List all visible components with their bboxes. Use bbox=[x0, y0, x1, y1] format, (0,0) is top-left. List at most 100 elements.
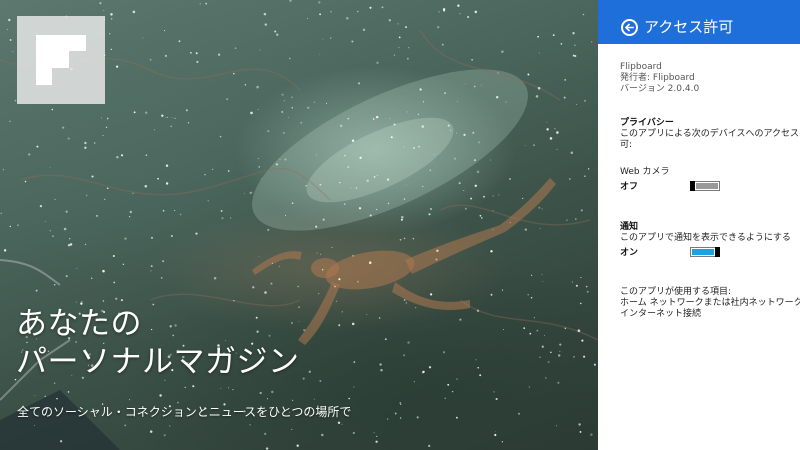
star bbox=[527, 294, 529, 296]
webcam-toggle[interactable] bbox=[690, 181, 720, 191]
star bbox=[307, 106, 310, 109]
star bbox=[417, 113, 420, 116]
star bbox=[419, 88, 422, 91]
star bbox=[405, 302, 407, 304]
webcam-toggle-thumb[interactable] bbox=[690, 181, 695, 191]
notifications-state-label: オン bbox=[620, 248, 639, 258]
star bbox=[39, 204, 43, 208]
star bbox=[536, 329, 539, 332]
back-button[interactable] bbox=[621, 19, 638, 36]
star bbox=[359, 156, 362, 159]
star bbox=[447, 383, 450, 386]
star bbox=[585, 285, 588, 288]
star bbox=[393, 54, 396, 56]
star bbox=[422, 370, 425, 373]
star bbox=[501, 289, 504, 291]
star bbox=[414, 306, 417, 309]
star bbox=[547, 361, 550, 364]
star bbox=[444, 397, 447, 400]
star bbox=[369, 6, 372, 9]
star bbox=[347, 117, 350, 120]
star bbox=[161, 114, 164, 117]
star bbox=[490, 293, 493, 296]
star bbox=[447, 124, 450, 127]
star bbox=[132, 192, 134, 194]
star bbox=[164, 54, 168, 58]
star bbox=[443, 9, 446, 12]
star bbox=[381, 6, 384, 9]
star bbox=[59, 440, 63, 443]
star bbox=[539, 228, 541, 230]
uses-item-internet: インターネット接続 bbox=[620, 309, 702, 319]
star bbox=[495, 95, 499, 99]
star bbox=[297, 285, 300, 288]
star bbox=[163, 30, 166, 32]
star bbox=[575, 284, 578, 287]
star bbox=[418, 146, 420, 148]
permissions-pane: アクセス許可 Flipboard 発行者: Flipboard バージョン 2.… bbox=[598, 0, 800, 450]
star bbox=[351, 322, 355, 326]
star bbox=[36, 145, 39, 148]
star bbox=[67, 137, 70, 140]
star bbox=[400, 403, 402, 405]
star bbox=[529, 332, 532, 335]
star bbox=[400, 218, 403, 221]
star bbox=[318, 293, 320, 295]
star bbox=[67, 243, 71, 247]
star bbox=[109, 33, 111, 35]
star bbox=[456, 416, 458, 419]
star bbox=[535, 95, 539, 98]
star bbox=[221, 217, 224, 220]
star bbox=[278, 265, 280, 267]
star bbox=[421, 125, 425, 128]
star bbox=[275, 163, 278, 166]
notifications-toggle[interactable] bbox=[690, 247, 720, 257]
star bbox=[572, 32, 575, 35]
star bbox=[34, 424, 35, 426]
star bbox=[429, 293, 433, 296]
star bbox=[319, 54, 321, 56]
star bbox=[401, 215, 404, 219]
star bbox=[375, 208, 378, 211]
star bbox=[322, 269, 324, 271]
star bbox=[67, 391, 70, 393]
star bbox=[456, 100, 459, 103]
star bbox=[104, 198, 106, 200]
star bbox=[84, 243, 87, 246]
star bbox=[554, 128, 556, 130]
star bbox=[459, 318, 462, 321]
star bbox=[560, 43, 563, 45]
star bbox=[355, 187, 358, 189]
star bbox=[376, 174, 378, 176]
star bbox=[65, 210, 68, 213]
star bbox=[425, 152, 427, 153]
star bbox=[105, 126, 108, 128]
star bbox=[289, 57, 291, 60]
star bbox=[115, 297, 118, 300]
star bbox=[302, 377, 305, 380]
star bbox=[343, 203, 346, 205]
star bbox=[217, 53, 221, 56]
star bbox=[316, 154, 317, 156]
privacy-description-line-2: 可: bbox=[620, 140, 633, 150]
pane-header: アクセス許可 bbox=[598, 0, 800, 44]
star bbox=[120, 299, 123, 302]
notifications-toggle-thumb[interactable] bbox=[715, 247, 720, 257]
star bbox=[463, 189, 465, 191]
star bbox=[99, 2, 102, 5]
webcam-label: Web カメラ bbox=[620, 167, 670, 177]
star bbox=[490, 250, 493, 253]
star bbox=[112, 254, 115, 258]
star bbox=[315, 225, 318, 228]
star bbox=[501, 50, 504, 53]
publisher-text: 発行者: Flipboard bbox=[620, 73, 695, 83]
star bbox=[459, 13, 461, 15]
star bbox=[369, 214, 372, 217]
star bbox=[129, 399, 130, 401]
star bbox=[372, 118, 375, 120]
star bbox=[219, 135, 222, 138]
star bbox=[557, 381, 560, 384]
star bbox=[205, 2, 208, 5]
star bbox=[346, 17, 349, 20]
star bbox=[307, 18, 309, 20]
